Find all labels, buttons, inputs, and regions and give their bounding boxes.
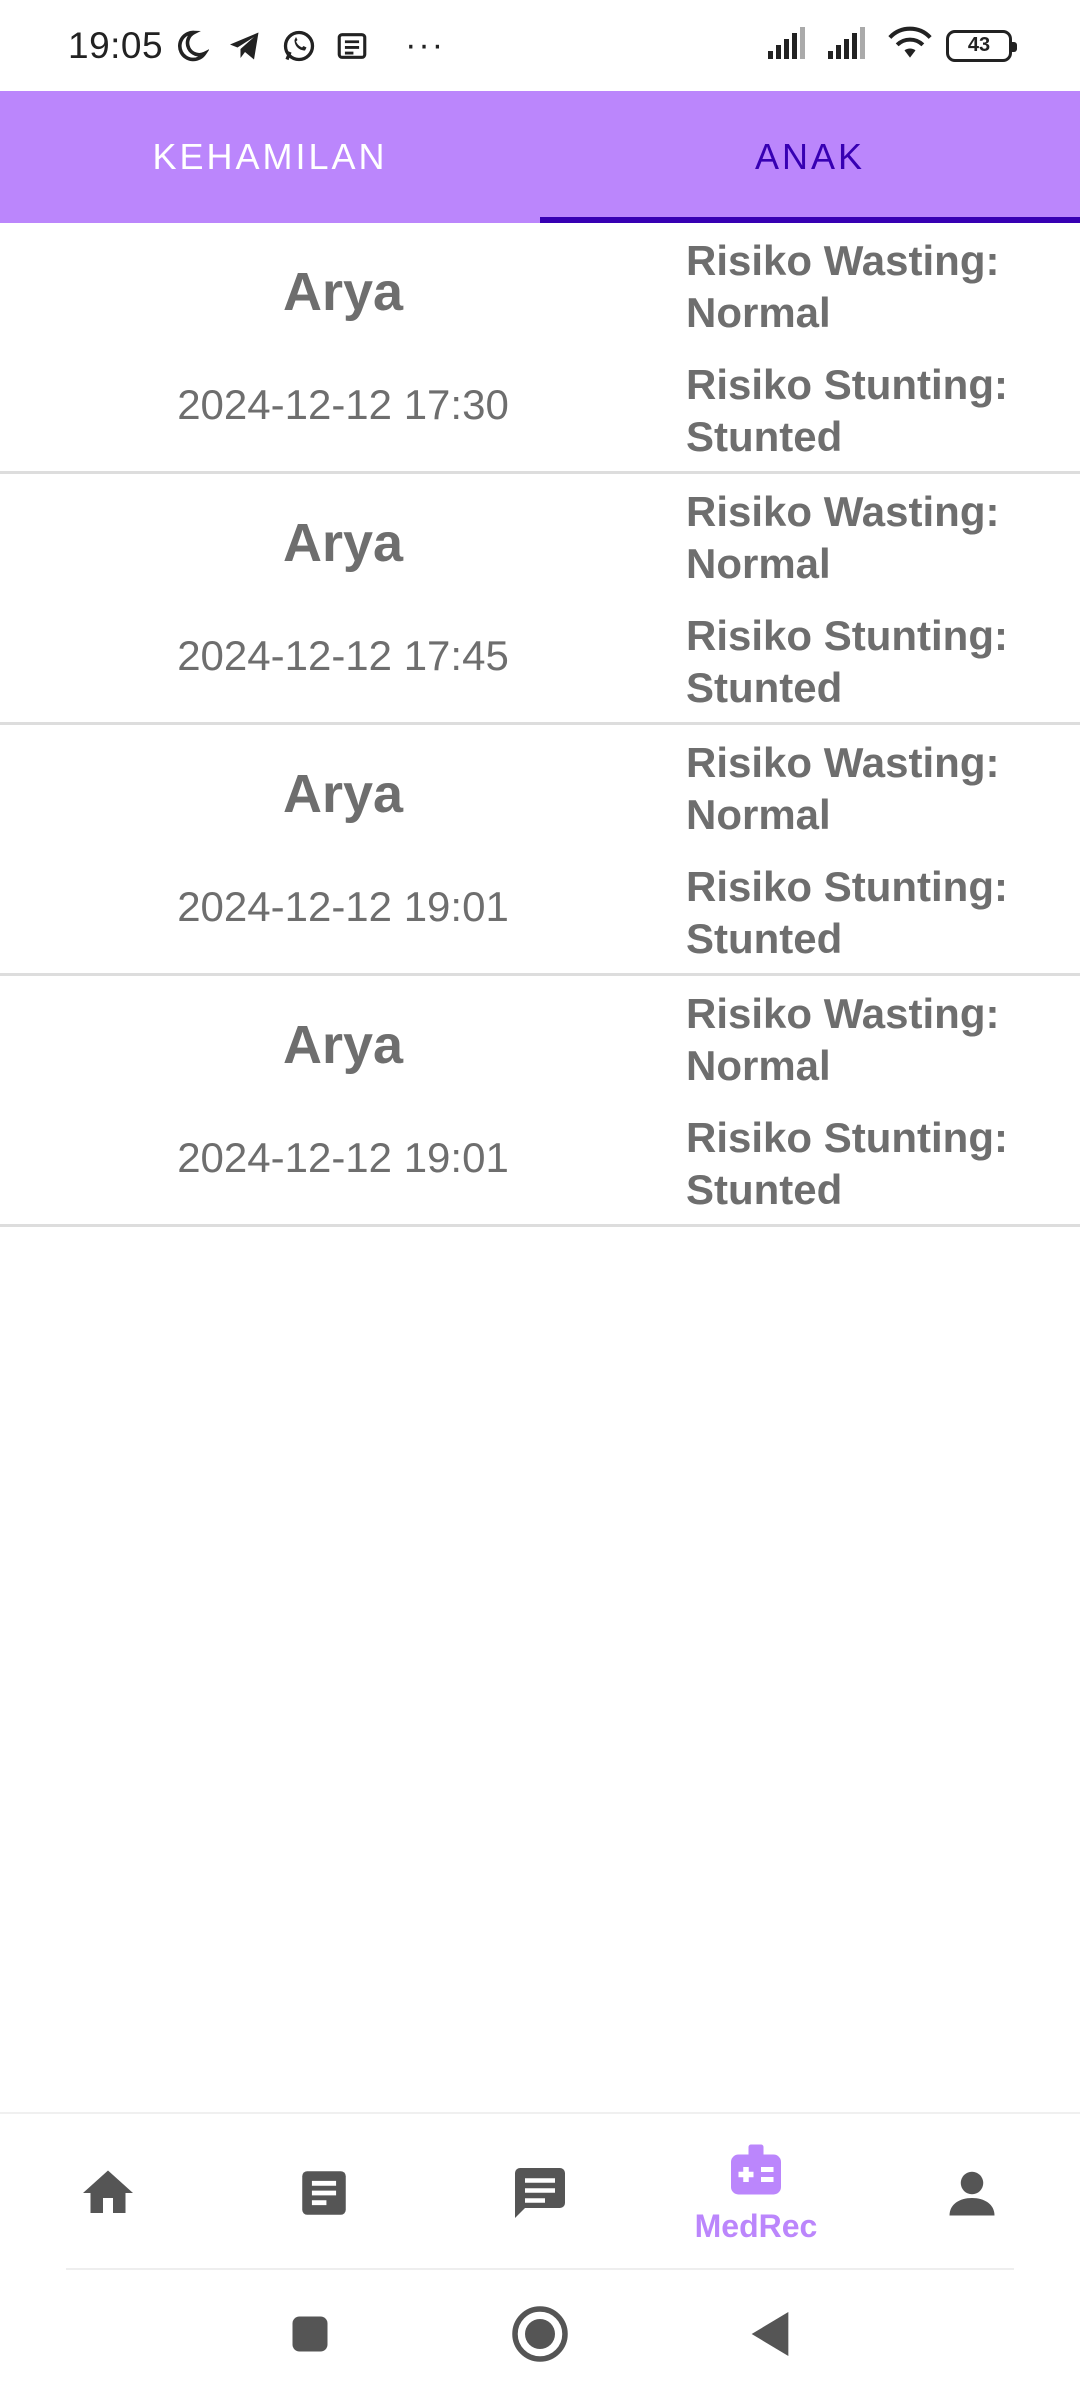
record-risks: Risiko Wasting: Normal Risiko Stunting: … [686,725,1080,973]
nav-profile[interactable] [864,2114,1080,2272]
stunting-risk: Risiko Stunting: Stunted [686,361,1008,460]
record-summary: Arya 2024-12-12 19:01 [0,976,686,1224]
child-name: Arya [282,1015,404,1075]
stunting-risk: Risiko Stunting: Stunted [686,612,1008,711]
list-item[interactable]: Arya 2024-12-12 17:45 Risiko Wasting: No… [0,474,1080,725]
record-summary: Arya 2024-12-12 17:30 [0,223,686,471]
person-icon [942,2163,1002,2223]
record-risks: Risiko Wasting: Normal Risiko Stunting: … [686,976,1080,1224]
child-name: Arya [282,262,404,322]
recents-button[interactable] [270,2296,350,2376]
status-overflow: ··· [405,26,446,64]
circle-icon [510,2304,570,2369]
record-risks: Risiko Wasting: Normal Risiko Stunting: … [686,474,1080,722]
status-time: 19:05 [68,24,164,66]
stunting-risk: Risiko Stunting: Stunted [686,863,1008,962]
nav-articles[interactable] [216,2114,432,2272]
status-left-icons: ··· [173,26,445,65]
nav-medrec-label: MedRec [694,2207,818,2244]
article-icon [295,2164,353,2222]
moon-icon [173,28,210,64]
record-datetime: 2024-12-12 19:01 [177,883,509,930]
chat-icon [510,2163,570,2223]
signal-icon [768,27,814,64]
status-right-icons: 43 [768,26,1017,65]
record-risks: Risiko Wasting: Normal Risiko Stunting: … [686,223,1080,471]
whatsapp-icon [281,28,317,64]
record-datetime: 2024-12-12 17:30 [177,381,509,428]
medrec-icon [726,2142,786,2202]
list-item[interactable]: Arya 2024-12-12 19:01 Risiko Wasting: No… [0,725,1080,976]
tab-kehamilan[interactable]: KEHAMILAN [0,91,540,223]
wasting-risk: Risiko Wasting: Normal [686,488,1000,587]
record-summary: Arya 2024-12-12 19:01 [0,725,686,973]
back-triangle-icon [748,2309,792,2364]
stunting-risk: Risiko Stunting: Stunted [686,1114,1008,1213]
telegram-icon [227,28,263,64]
tab-anak[interactable]: ANAK [540,91,1080,223]
square-icon [289,2313,331,2360]
home-icon [78,2163,138,2223]
record-summary: Arya 2024-12-12 17:45 [0,474,686,722]
wasting-risk: Risiko Wasting: Normal [686,990,1000,1089]
nav-home[interactable] [0,2114,216,2272]
wasting-risk: Risiko Wasting: Normal [686,237,1000,336]
child-name: Arya [282,764,404,824]
signal-icon [828,27,874,64]
home-button[interactable] [500,2296,580,2376]
battery-icon: 43 [946,29,1017,62]
status-bar: 19:05 ··· 43 [0,0,1080,91]
wasting-risk: Risiko Wasting: Normal [686,739,1000,838]
notes-icon [335,29,369,63]
bottom-nav: MedRec [0,2112,1080,2272]
nav-divider [66,2268,1014,2270]
record-list: Arya 2024-12-12 17:30 Risiko Wasting: No… [0,223,1080,1227]
nav-medrec[interactable]: MedRec [648,2114,864,2272]
nav-chat[interactable] [432,2114,648,2272]
wifi-icon [888,26,932,65]
back-button[interactable] [730,2296,810,2376]
app-screen: 19:05 ··· 43 KEHAMILAN ANAK Arya 2024-12… [0,0,1080,2400]
record-datetime: 2024-12-12 19:01 [177,1134,509,1181]
record-datetime: 2024-12-12 17:45 [177,632,509,679]
child-name: Arya [282,513,404,573]
list-item[interactable]: Arya 2024-12-12 19:01 Risiko Wasting: No… [0,976,1080,1227]
tab-bar: KEHAMILAN ANAK [0,91,1080,223]
list-item[interactable]: Arya 2024-12-12 17:30 Risiko Wasting: No… [0,223,1080,474]
system-nav [0,2272,1080,2400]
